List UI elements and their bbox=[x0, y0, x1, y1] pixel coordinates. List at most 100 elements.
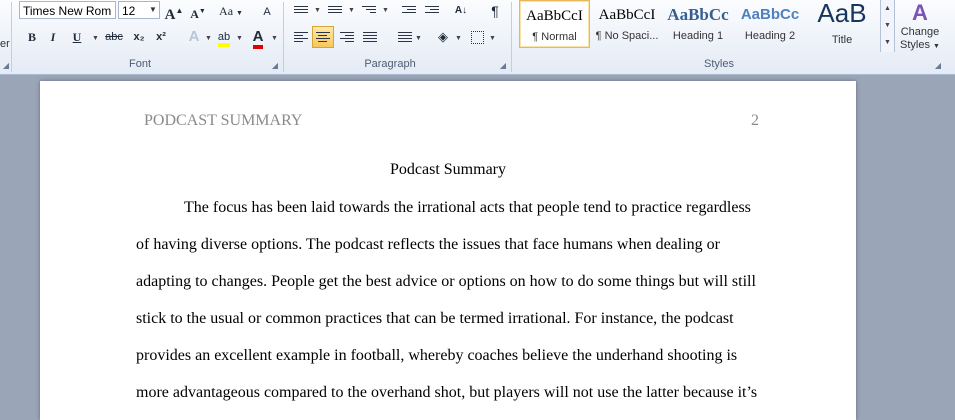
font-size-value: 12 bbox=[122, 4, 136, 18]
show-hide-marks-button[interactable]: ¶ bbox=[484, 0, 506, 22]
change-styles-label-2: Styles ▼ bbox=[900, 39, 940, 51]
font-name-box[interactable]: Times New Rom bbox=[19, 1, 116, 19]
style-heading-1[interactable]: AaBbCc Heading 1 bbox=[665, 0, 731, 48]
align-right-button[interactable] bbox=[336, 26, 358, 48]
font-name-value: Times New Rom bbox=[23, 4, 112, 18]
body-line: adapting to changes. People get the best… bbox=[136, 273, 756, 290]
justify-icon bbox=[363, 30, 377, 44]
increase-indent-button[interactable] bbox=[421, 0, 443, 22]
style-heading-1-name: Heading 1 bbox=[672, 30, 724, 42]
paragraph-dialog-launcher-icon[interactable]: ◢ bbox=[499, 62, 507, 70]
align-left-button[interactable] bbox=[290, 26, 312, 48]
styles-dialog-launcher-icon[interactable]: ◢ bbox=[934, 62, 942, 70]
styles-gallery-scroller[interactable]: ▲ ▼ ▼ bbox=[880, 0, 895, 52]
group-separator bbox=[283, 2, 284, 72]
font-group-label: Font bbox=[128, 58, 151, 70]
shrink-font-icon: A bbox=[190, 7, 199, 21]
style-title[interactable]: AaB Title bbox=[806, 0, 878, 48]
increase-indent-icon bbox=[425, 4, 439, 15]
running-header: PODCAST SUMMARY bbox=[144, 112, 303, 129]
bold-button[interactable]: B bbox=[21, 26, 43, 48]
line-spacing-icon bbox=[398, 30, 412, 44]
strikethrough-button[interactable]: abc bbox=[101, 26, 127, 48]
highlight-dropdown-icon[interactable]: ▼ bbox=[236, 35, 243, 42]
justify-button[interactable] bbox=[359, 26, 381, 48]
font-size-box[interactable]: 12 ▼ bbox=[118, 1, 160, 19]
underline-dropdown-icon[interactable]: ▼ bbox=[92, 35, 99, 42]
line-spacing-button[interactable] bbox=[392, 26, 414, 48]
change-styles-button[interactable]: A Change Styles ▼ bbox=[896, 0, 944, 56]
grow-font-button[interactable]: A▲ bbox=[163, 0, 185, 23]
page-number: 2 bbox=[751, 112, 759, 129]
shading-button[interactable]: ◈ bbox=[432, 26, 454, 48]
change-styles-icon: A bbox=[912, 0, 928, 25]
style-normal-name: ¶ Normal bbox=[532, 31, 577, 43]
body-line: of having diverse options. The podcast r… bbox=[136, 236, 720, 253]
decrease-indent-icon bbox=[402, 4, 416, 15]
subscript-label: x₂ bbox=[133, 31, 145, 43]
style-normal[interactable]: AaBbCcI ¶ Normal bbox=[519, 0, 590, 48]
scroll-up-icon[interactable]: ▲ bbox=[881, 0, 894, 17]
group-separator bbox=[511, 2, 512, 72]
line-spacing-dropdown-icon[interactable]: ▼ bbox=[415, 35, 422, 42]
font-color-dropdown-icon[interactable]: ▼ bbox=[271, 35, 278, 42]
sort-button[interactable]: A↓ bbox=[450, 0, 472, 22]
superscript-button[interactable]: x² bbox=[150, 26, 172, 48]
scroll-down-icon[interactable]: ▼ bbox=[881, 17, 894, 34]
underline-button[interactable]: U bbox=[66, 26, 88, 48]
align-left-icon bbox=[294, 30, 308, 44]
chevron-down-icon[interactable]: ▼ bbox=[147, 2, 159, 18]
align-center-button[interactable] bbox=[312, 26, 334, 48]
text-effects-icon: A bbox=[188, 28, 200, 45]
gallery-more-icon[interactable]: ▼ bbox=[881, 34, 894, 51]
shading-dropdown-icon[interactable]: ▼ bbox=[455, 35, 462, 42]
multilevel-list-button[interactable] bbox=[358, 0, 380, 22]
shrink-font-button[interactable]: A▼ bbox=[187, 0, 209, 22]
underline-label: U bbox=[72, 30, 82, 44]
change-styles-label-1: Change bbox=[900, 26, 940, 38]
style-title-sample: AaB bbox=[817, 0, 867, 28]
style-no-spacing-name: ¶ No Spaci... bbox=[595, 30, 659, 42]
grow-font-icon: A bbox=[164, 7, 176, 23]
borders-dropdown-icon[interactable]: ▼ bbox=[489, 35, 496, 42]
numbering-dropdown-icon[interactable]: ▼ bbox=[348, 7, 355, 14]
italic-button[interactable]: I bbox=[42, 26, 64, 48]
highlight-button[interactable]: ab bbox=[213, 26, 235, 48]
change-case-button[interactable]: Aa ▼ bbox=[217, 0, 245, 22]
change-case-label: Aa bbox=[219, 4, 234, 18]
numbering-icon bbox=[328, 4, 342, 15]
clear-formatting-button[interactable]: A bbox=[256, 0, 278, 22]
body-line: more advantageous compared to the overha… bbox=[136, 384, 758, 401]
style-heading-1-sample: AaBbCc bbox=[667, 5, 729, 24]
decrease-indent-button[interactable] bbox=[398, 0, 420, 22]
paint-bucket-icon: ◈ bbox=[438, 29, 448, 44]
strikethrough-label: abc bbox=[105, 31, 123, 43]
borders-button[interactable] bbox=[466, 26, 488, 48]
style-no-spacing[interactable]: AaBbCcI ¶ No Spaci... bbox=[592, 0, 662, 48]
numbering-button[interactable] bbox=[324, 0, 346, 22]
highlight-icon: ab bbox=[217, 31, 231, 47]
text-effects-dropdown-icon[interactable]: ▼ bbox=[205, 35, 212, 42]
ribbon: er ◢ Times New Rom 12 ▼ A▲ A▼ Aa ▼ A B I… bbox=[0, 0, 955, 75]
align-right-icon bbox=[340, 30, 354, 44]
subscript-button[interactable]: x₂ bbox=[128, 26, 150, 48]
multilevel-list-icon bbox=[362, 4, 376, 15]
text-effects-button[interactable]: A bbox=[183, 26, 205, 48]
bullets-dropdown-icon[interactable]: ▼ bbox=[314, 7, 321, 14]
styles-group-label: Styles bbox=[704, 58, 734, 70]
style-title-name: Title bbox=[831, 34, 853, 46]
pilcrow-icon: ¶ bbox=[491, 3, 499, 19]
font-color-button[interactable]: A bbox=[247, 26, 269, 49]
style-normal-sample: AaBbCcI bbox=[526, 8, 583, 24]
font-dialog-launcher-icon[interactable]: ◢ bbox=[271, 62, 279, 70]
body-line: The focus has been laid towards the irra… bbox=[184, 199, 751, 216]
document-page[interactable]: PODCAST SUMMARY 2 Podcast Summary The fo… bbox=[40, 81, 856, 420]
style-heading-2-sample: AaBbCc bbox=[740, 6, 800, 23]
bold-label: B bbox=[27, 30, 36, 44]
multilevel-list-dropdown-icon[interactable]: ▼ bbox=[382, 7, 389, 14]
body-line: stick to the usual or common practices t… bbox=[136, 310, 734, 327]
bullets-button[interactable] bbox=[290, 0, 312, 22]
font-color-icon: A bbox=[252, 28, 264, 49]
style-heading-2[interactable]: AaBbCc Heading 2 bbox=[736, 0, 804, 48]
clipboard-launcher-icon[interactable]: ◢ bbox=[2, 62, 10, 70]
